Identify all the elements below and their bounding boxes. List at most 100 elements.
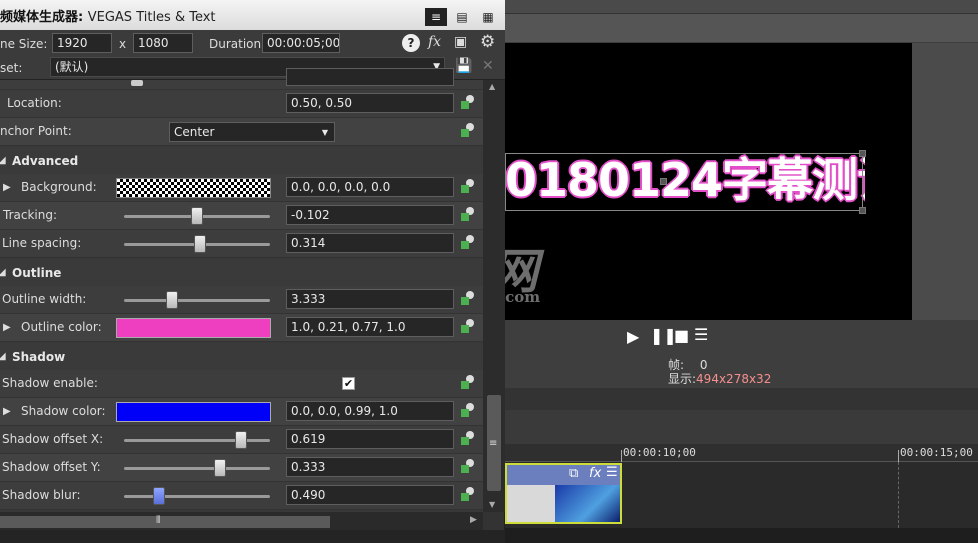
shadow-blur-label: Shadow blur: [2, 488, 81, 502]
line-spacing-label: Line spacing: [2, 236, 82, 250]
save-preset-icon[interactable]: 💾 [455, 58, 472, 74]
delete-preset-icon[interactable]: ✕ [482, 58, 494, 74]
frame-size-row: ne Size: 1920 x 1080 Duration: 00:00:05;… [0, 30, 505, 56]
shadow-offset-y-label: Shadow offset Y: [2, 460, 101, 474]
grid-view-icon[interactable]: ▦ [477, 8, 499, 26]
shadow-color-row: ▶ Shadow color: 0.0, 0.0, 0.99, 1.0 [0, 398, 483, 426]
line-spacing-row: Line spacing: 0.314 [0, 230, 483, 258]
fx-icon[interactable]: fx [589, 466, 601, 481]
collapse-triangle-icon: ◢ [0, 267, 6, 278]
properties-scroll-area: Location: 0.50, 0.50 nchor Point: Center… [0, 68, 483, 512]
horizontal-scroll-thumb[interactable]: ⦀ [0, 515, 330, 528]
outline-width-label: Outline width: [2, 292, 87, 306]
timeline-bottom [505, 528, 978, 543]
location-field[interactable]: 0.50, 0.50 [286, 93, 454, 113]
timeline-ruler[interactable]: 00:00:10;00 00:00:15;00 [505, 444, 978, 462]
shadow-offset-y-row: Shadow offset Y: 0.333 [0, 454, 483, 482]
shadow-offset-x-slider-thumb[interactable] [234, 431, 247, 449]
preset-label: set: [0, 61, 23, 75]
outline-width-slider-track[interactable] [124, 299, 270, 302]
outline-color-label: Outline color: [21, 320, 102, 334]
anchor-point-dropdown[interactable]: Center ▼ [169, 122, 335, 142]
resize-handle-top-right[interactable] [859, 150, 866, 157]
advanced-header: Advanced [12, 154, 79, 168]
settings-gear-icon[interactable]: ⚙ [480, 32, 495, 52]
resize-handle-bottom-right[interactable] [859, 207, 866, 214]
vertical-scrollbar[interactable]: ▲ ≡ ▼ [483, 80, 505, 512]
shadow-offset-x-slider-track[interactable] [124, 439, 270, 442]
vertical-scroll-thumb[interactable]: ≡ [487, 395, 501, 491]
outline-width-field[interactable]: 3.333 [286, 289, 454, 309]
shadow-section-header[interactable]: ◢ Shadow [0, 343, 483, 371]
shadow-enable-label: Shadow enable: [2, 376, 98, 390]
shadow-color-label: Shadow color: [21, 404, 106, 418]
outline-color-swatch[interactable] [116, 318, 271, 338]
shadow-offset-x-field[interactable]: 0.619 [286, 429, 454, 449]
shadow-offset-y-field[interactable]: 0.333 [286, 457, 454, 477]
chevron-down-icon: ▼ [321, 128, 328, 137]
tracking-slider-thumb[interactable] [191, 207, 203, 225]
crop-icon[interactable]: ⧉ [569, 466, 578, 481]
ruler-label: 00:00:15;00 [900, 446, 973, 459]
pause-icon[interactable]: ❚❚ [650, 326, 677, 345]
menu-icon[interactable]: ☰ [694, 325, 708, 344]
shadow-color-swatch[interactable] [116, 402, 271, 422]
ruler-label: 00:00:10;00 [623, 446, 696, 459]
anchor-handle[interactable] [660, 178, 667, 185]
duration-field[interactable]: 00:00:05;00 [262, 33, 340, 53]
expand-triangle-icon[interactable]: ▶ [3, 182, 11, 193]
tracking-field[interactable]: -0.102 [286, 205, 454, 225]
shadow-blur-slider-track[interactable] [124, 495, 270, 498]
background-row: ▶ Background: 0.0, 0.0, 0.0, 0.0 [0, 174, 483, 202]
panel-subtitle: VEGAS Titles & Text [87, 10, 216, 25]
shadow-offset-x-row: Shadow offset X: 0.619 [0, 426, 483, 454]
shadow-blur-field[interactable]: 0.490 [286, 485, 454, 505]
advanced-section-header[interactable]: ◢ Advanced [0, 147, 483, 175]
anchor-point-row: nchor Point: Center ▼ [0, 118, 483, 146]
collapse-triangle-icon: ◢ [0, 351, 6, 362]
display-value: 494x278x32 [696, 372, 772, 386]
frame-height-field[interactable]: 1080 [133, 33, 193, 53]
shadow-blur-row: Shadow blur: 0.490 [0, 482, 483, 510]
shadow-offset-y-slider-track[interactable] [124, 467, 270, 470]
timeline-toolbar [505, 388, 978, 410]
text-selection-box[interactable] [505, 153, 863, 211]
panel-title-bar: 频媒体生成器: VEGAS Titles & Text ≡ ▤ ▦ [0, 0, 505, 30]
clip-menu-icon[interactable]: ☰ [606, 465, 618, 480]
frame-size-label: ne Size: [0, 37, 48, 51]
line-spacing-slider-thumb[interactable] [193, 235, 206, 253]
background-label: Background: [21, 180, 97, 194]
list-view-icon[interactable]: ≡ [425, 8, 447, 26]
fx-plus-icon[interactable]: fx [428, 34, 441, 50]
detail-view-icon[interactable]: ▤ [451, 8, 473, 26]
expand-triangle-icon[interactable]: ▶ [3, 322, 11, 333]
collapse-triangle-icon: ◢ [0, 155, 6, 166]
shadow-blur-slider-thumb[interactable] [153, 487, 166, 505]
scroll-right-icon[interactable]: ▶ [470, 515, 477, 525]
shadow-offset-y-slider-thumb[interactable] [214, 459, 227, 477]
help-icon[interactable]: ? [402, 34, 420, 52]
background-color-swatch[interactable] [116, 178, 271, 198]
timeline-clip[interactable]: ⧉ fx ☰ [505, 463, 622, 524]
outline-section-header[interactable]: ◢ Outline [0, 259, 483, 287]
clip-header: ⧉ fx ☰ [507, 465, 620, 485]
shadow-color-field[interactable]: 0.0, 0.0, 0.99, 1.0 [286, 401, 454, 421]
outline-color-field[interactable]: 1.0, 0.21, 0.77, 1.0 [286, 317, 454, 337]
background-value-field[interactable]: 0.0, 0.0, 0.0, 0.0 [286, 177, 454, 197]
shadow-enable-checkbox[interactable]: ✔ [342, 377, 355, 390]
frame-width-field[interactable]: 1920 [52, 33, 112, 53]
frame-x-label: x [119, 37, 127, 51]
scroll-up-icon[interactable]: ▲ [489, 82, 495, 91]
outline-width-slider-thumb[interactable] [166, 291, 179, 309]
line-spacing-field[interactable]: 0.314 [286, 233, 454, 253]
stop-icon[interactable]: ■ [674, 326, 689, 345]
location-row: Location: 0.50, 0.50 [0, 90, 483, 118]
grip-icon: ≡ [489, 438, 498, 449]
play-icon[interactable]: ▶ [627, 327, 639, 346]
anchor-point-label: nchor Point: [0, 124, 72, 138]
scroll-down-icon[interactable]: ▼ [489, 500, 495, 509]
window-topbar [505, 0, 978, 14]
horizontal-scrollbar[interactable]: ⦀ ▶ [0, 512, 483, 530]
preview-window-icon[interactable]: ▣ [454, 34, 467, 50]
expand-triangle-icon[interactable]: ▶ [3, 406, 11, 417]
